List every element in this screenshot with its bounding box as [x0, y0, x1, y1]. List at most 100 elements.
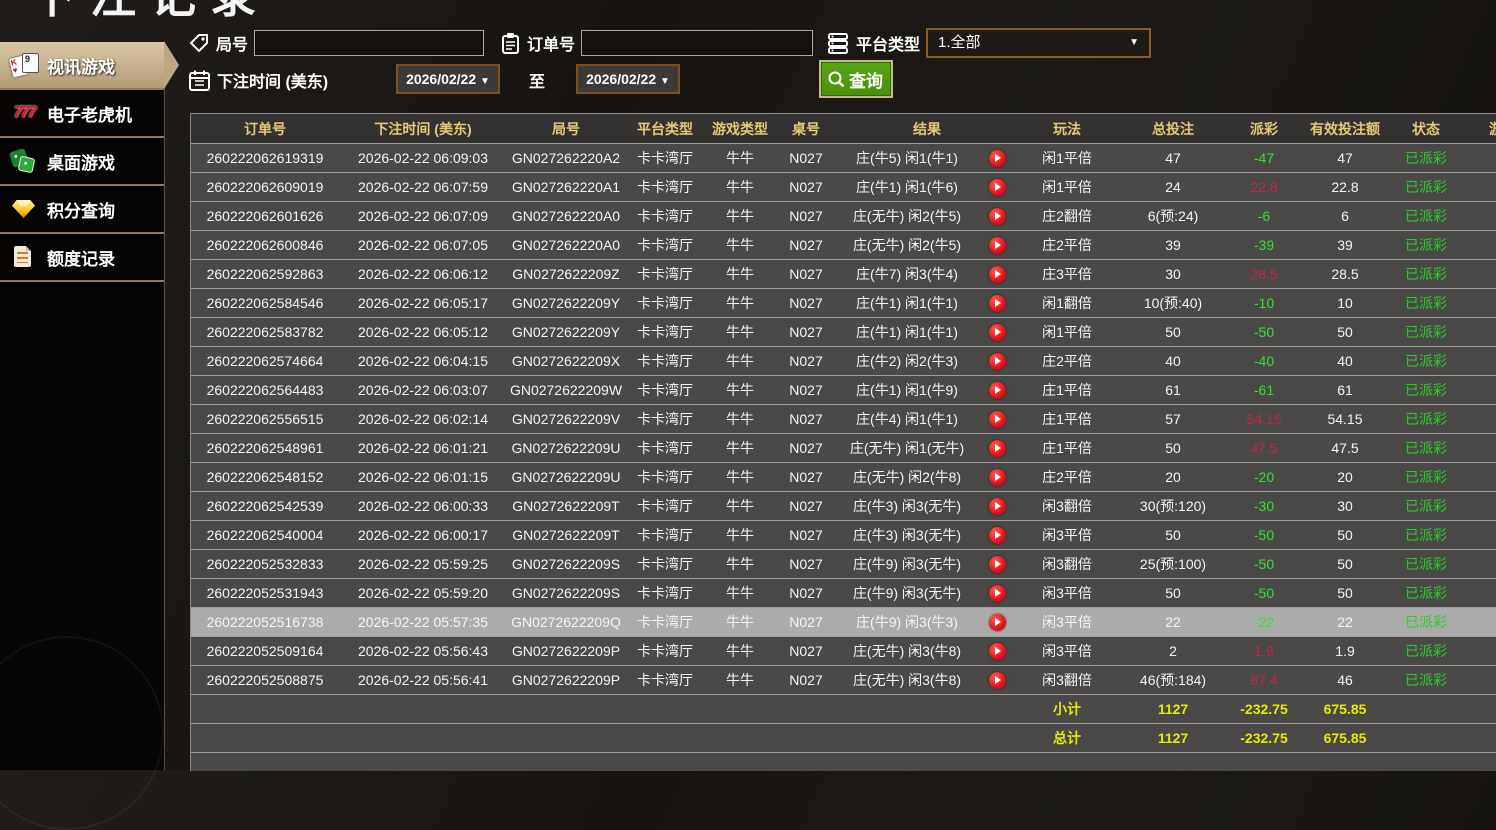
table-row[interactable]: 2602220626193192026-02-22 06:09:03GN0272…: [191, 144, 1496, 173]
play-video-icon[interactable]: [989, 440, 1006, 457]
table-row[interactable]: 2602220625400042026-02-22 06:00:17GN0272…: [191, 521, 1496, 550]
platform-type: 卡卡湾厅: [625, 441, 705, 455]
play-video-icon[interactable]: [989, 382, 1006, 399]
table-number: N027: [775, 151, 837, 165]
round-number: GN027262220A1: [507, 180, 625, 194]
game-type: 牛牛: [705, 441, 775, 455]
date-from-select[interactable]: 2026/02/22 ▼: [396, 64, 500, 94]
table-number: N027: [775, 499, 837, 513]
chevron-down-icon: ▼: [480, 76, 490, 87]
round-number: GN0272622209T: [507, 499, 625, 513]
table-row[interactable]: 2602220626090192026-02-22 06:07:59GN0272…: [191, 173, 1496, 202]
bet-time: 2026-02-22 06:00:17: [339, 528, 507, 542]
sidebar-item[interactable]: 积分查询: [0, 186, 164, 234]
table-row[interactable]: 2602220625481522026-02-22 06:01:15GN0272…: [191, 463, 1496, 492]
play-video-icon[interactable]: [989, 324, 1006, 341]
table-row[interactable]: 2602220625928632026-02-22 06:06:12GN0272…: [191, 260, 1496, 289]
play-video-icon[interactable]: [989, 266, 1006, 283]
game-type: 牛牛: [705, 383, 775, 397]
column-header: 玩法: [1017, 122, 1117, 136]
play-video-icon[interactable]: [989, 295, 1006, 312]
table-row[interactable]: 2602220625746642026-02-22 06:04:15GN0272…: [191, 347, 1496, 376]
table-number: N027: [775, 470, 837, 484]
game-type: 牛牛: [705, 412, 775, 426]
play-video-icon[interactable]: [989, 150, 1006, 167]
play-video-icon[interactable]: [989, 237, 1006, 254]
result-cell: [977, 295, 1017, 312]
play-video-icon[interactable]: [989, 672, 1006, 689]
play-video-icon[interactable]: [989, 353, 1006, 370]
play-method: 闲3平倍: [1017, 586, 1117, 600]
search-button[interactable]: 查询: [819, 60, 893, 98]
result-cell: [977, 411, 1017, 428]
play-video-icon[interactable]: [989, 556, 1006, 573]
result-cell: [977, 179, 1017, 196]
status-badge: 已派彩: [1391, 441, 1461, 455]
bet-time: 2026-02-22 06:06:12: [339, 267, 507, 281]
total-valid: 675.85: [1299, 731, 1391, 745]
payout: 47.5: [1229, 441, 1299, 455]
valid-bet-amount: 30: [1299, 499, 1391, 513]
quota-document-icon: [10, 243, 38, 271]
round-number: GN0272622209P: [507, 644, 625, 658]
platform-type: 卡卡湾厅: [625, 209, 705, 223]
sidebar-item-label: 积分查询: [47, 197, 115, 222]
total-bet: 50: [1117, 586, 1229, 600]
play-method: 闲1平倍: [1017, 180, 1117, 194]
table-row[interactable]: 2602220626016262026-02-22 06:07:09GN0272…: [191, 202, 1496, 231]
total-bet: 6(预:24): [1117, 209, 1229, 223]
table-row[interactable]: 2602220625644832026-02-22 06:03:07GN0272…: [191, 376, 1496, 405]
to-label: 至: [529, 68, 545, 92]
order-input[interactable]: [581, 30, 813, 56]
column-header: 状态: [1391, 122, 1461, 136]
play-video-icon[interactable]: [989, 498, 1006, 515]
table-row[interactable]: 2602220626008462026-02-22 06:07:05GN0272…: [191, 231, 1496, 260]
play-video-icon[interactable]: [989, 469, 1006, 486]
play-method: 庄1平倍: [1017, 383, 1117, 397]
play-video-icon[interactable]: [989, 643, 1006, 660]
table-row[interactable]: 2602220625425392026-02-22 06:00:33GN0272…: [191, 492, 1496, 521]
sidebar-item[interactable]: 777电子老虎机: [0, 90, 164, 138]
result-cell: [977, 150, 1017, 167]
play-video-icon[interactable]: [989, 614, 1006, 631]
play-video-icon[interactable]: [989, 208, 1006, 225]
play-video-icon[interactable]: [989, 585, 1006, 602]
play-method: 庄3平倍: [1017, 267, 1117, 281]
table-row[interactable]: 2602220525328332026-02-22 05:59:25GN0272…: [191, 550, 1496, 579]
platform-select[interactable]: 1.全部 ▼: [926, 28, 1151, 58]
payout: 87.4: [1229, 673, 1299, 687]
table-number: N027: [775, 528, 837, 542]
table-row[interactable]: 2602220625489612026-02-22 06:01:21GN0272…: [191, 434, 1496, 463]
sidebar-item-label: 视讯游戏: [47, 53, 115, 78]
result-text: 庄(无牛) 闲1(无牛): [837, 441, 977, 455]
date-to-select[interactable]: 2026/02/22 ▼: [576, 64, 680, 94]
table-row[interactable]: 2602220625845462026-02-22 06:05:17GN0272…: [191, 289, 1496, 318]
table-row[interactable]: 2602220525088752026-02-22 05:56:41GN0272…: [191, 666, 1496, 695]
game-type: 牛牛: [705, 180, 775, 194]
payout: -6: [1229, 209, 1299, 223]
table-row[interactable]: 2602220525167382026-02-22 05:57:35GN0272…: [191, 608, 1496, 637]
table-number: N027: [775, 557, 837, 571]
table-row[interactable]: 2602220525091642026-02-22 05:56:43GN0272…: [191, 637, 1496, 666]
round-input[interactable]: [254, 30, 484, 56]
bet-time: 2026-02-22 06:01:21: [339, 441, 507, 455]
table-row[interactable]: 2602220625837822026-02-22 06:05:12GN0272…: [191, 318, 1496, 347]
column-header: 派彩: [1229, 122, 1299, 136]
platform-type: 卡卡湾厅: [625, 151, 705, 165]
sidebar-item[interactable]: 桌面游戏: [0, 138, 164, 186]
play-video-icon[interactable]: [989, 527, 1006, 544]
column-header: 局号: [507, 122, 625, 136]
play-video-icon[interactable]: [989, 179, 1006, 196]
result-text: 庄(无牛) 闲2(牛5): [837, 238, 977, 252]
play-method: 庄1平倍: [1017, 412, 1117, 426]
platform-type: 卡卡湾厅: [625, 673, 705, 687]
bet-time: 2026-02-22 05:56:41: [339, 673, 507, 687]
sidebar-item[interactable]: 额度记录: [0, 234, 164, 282]
sidebar-item[interactable]: K9视讯游戏: [0, 42, 164, 90]
play-video-icon[interactable]: [989, 411, 1006, 428]
bet-time: 2026-02-22 06:05:12: [339, 325, 507, 339]
table-number: N027: [775, 180, 837, 194]
chevron-down-icon: ▼: [660, 76, 670, 87]
table-row[interactable]: 2602220625565152026-02-22 06:02:14GN0272…: [191, 405, 1496, 434]
table-row[interactable]: 2602220525319432026-02-22 05:59:20GN0272…: [191, 579, 1496, 608]
